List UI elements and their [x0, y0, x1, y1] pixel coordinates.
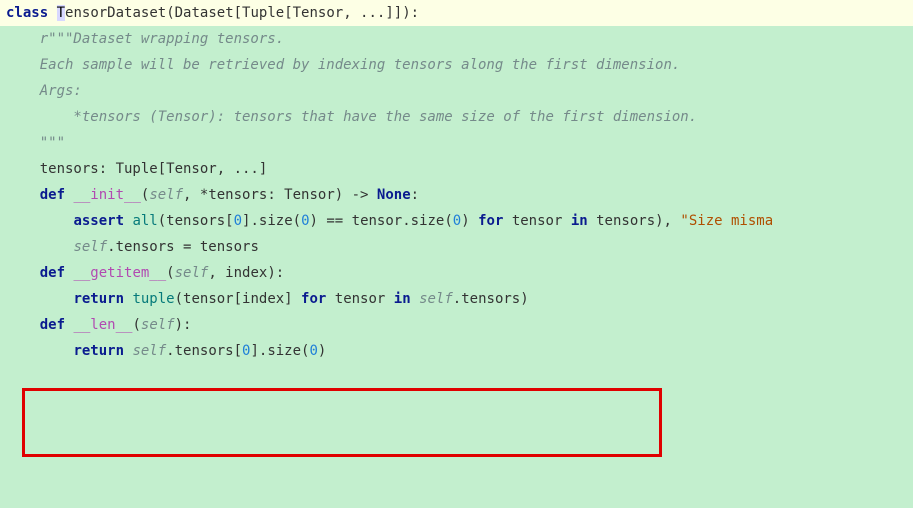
- docstring: Args:: [6, 83, 82, 99]
- code-container: class TensorDataset(Dataset[Tuple[Tensor…: [0, 0, 913, 508]
- keyword-class: class: [6, 5, 48, 21]
- method-len: __len__: [65, 317, 132, 333]
- code-line-7: *tensors (Tensor): tensors that have the…: [0, 104, 913, 130]
- docstring: r"""Dataset wrapping tensors.: [6, 31, 284, 47]
- docstring: Each sample will be retrieved by indexin…: [6, 57, 680, 73]
- method-init: __init__: [65, 187, 141, 203]
- code-line-15: def __getitem__(self, index):: [0, 260, 913, 286]
- code-line-8: """: [0, 130, 913, 156]
- code-line-18: def __len__(self):: [0, 312, 913, 338]
- method-getitem: __getitem__: [65, 265, 166, 281]
- docstring: """: [6, 135, 65, 151]
- type-annotation: tensors: Tuple[Tensor, ...]: [6, 161, 267, 177]
- cursor-position: T: [57, 5, 65, 21]
- code-line-2: r"""Dataset wrapping tensors.: [0, 26, 913, 52]
- class-name: ensorDataset: [65, 5, 166, 21]
- code-line-12: assert all(tensors[0].size(0) == tensor.…: [0, 208, 913, 234]
- code-line-11: def __init__(self, *tensors: Tensor) -> …: [0, 182, 913, 208]
- code-line-1: class TensorDataset(Dataset[Tuple[Tensor…: [0, 0, 913, 26]
- code-line-9: tensors: Tuple[Tensor, ...]: [0, 156, 913, 182]
- code-line-6: Args:: [0, 78, 913, 104]
- code-line-4: Each sample will be retrieved by indexin…: [0, 52, 913, 78]
- docstring: *tensors (Tensor): tensors that have the…: [6, 109, 697, 125]
- code-line-13: self.tensors = tensors: [0, 234, 913, 260]
- code-line-19: return self.tensors[0].size(0): [0, 338, 913, 364]
- code-line-16: return tuple(tensor[index] for tensor in…: [0, 286, 913, 312]
